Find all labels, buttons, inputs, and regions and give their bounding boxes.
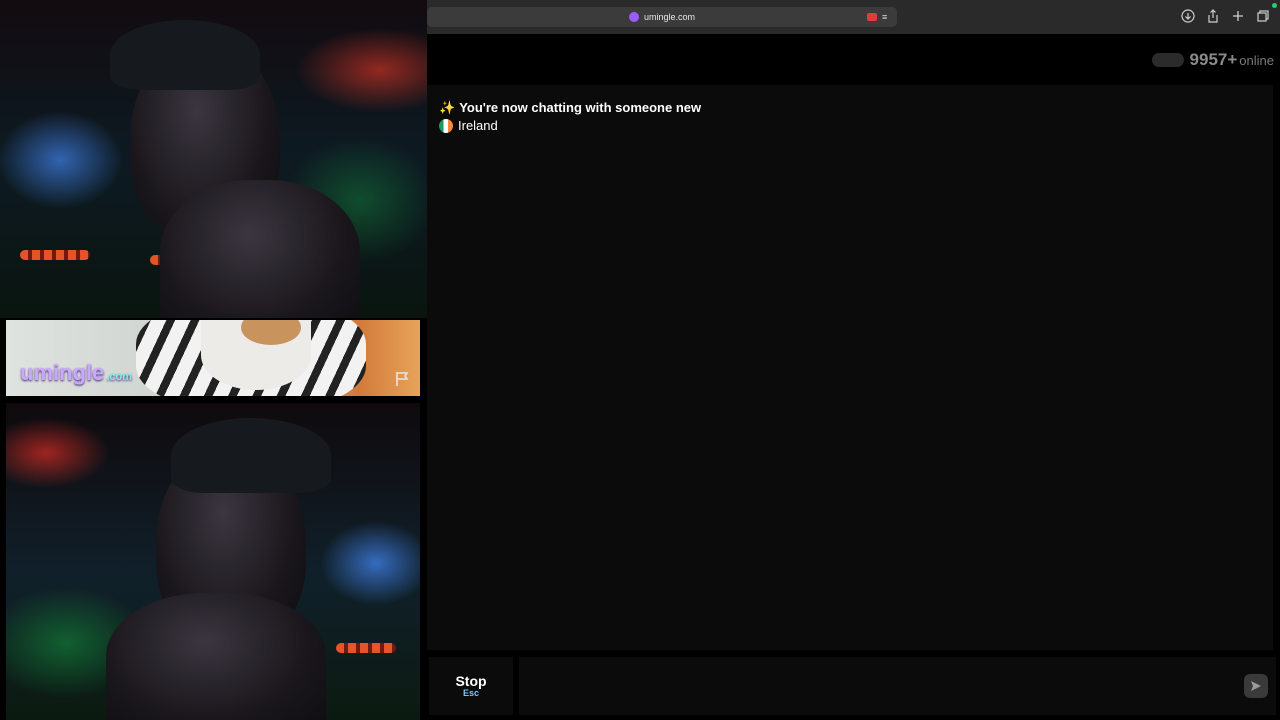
logo-suffix: .com: [106, 371, 133, 383]
location-text: Ireland: [458, 118, 498, 133]
input-bar: Stop Esc: [427, 652, 1280, 720]
led-strip: [20, 250, 90, 260]
address-bar[interactable]: umingle.com: [427, 7, 897, 27]
online-label: online: [1239, 53, 1274, 68]
led-strip: [336, 643, 396, 653]
ireland-flag-icon: [439, 118, 453, 133]
camera-active-indicator-icon: [1272, 3, 1277, 8]
chat-panel: umingle.com ≡ 9957+ online ✨You're now: [427, 0, 1280, 720]
browser-actions: [1181, 8, 1270, 24]
person-body: [106, 593, 326, 720]
cap: [110, 20, 260, 90]
sparkles-icon: ✨: [439, 100, 456, 115]
message-input[interactable]: [519, 657, 1276, 715]
report-flag-icon[interactable]: [394, 370, 412, 388]
stop-button[interactable]: Stop Esc: [429, 657, 513, 715]
self-video: [6, 403, 420, 720]
person-body: [160, 180, 360, 318]
online-toggle: [1151, 53, 1184, 67]
self-video-strip: umingle .com: [6, 320, 420, 396]
umingle-logo: umingle .com: [20, 360, 132, 386]
browser-toolbar: umingle.com ≡: [427, 0, 1280, 34]
new-tab-plus-icon[interactable]: [1231, 8, 1245, 24]
stop-shortcut: Esc: [462, 688, 479, 698]
system-message-text: You're now chatting with someone new: [459, 100, 702, 115]
stranger-video: [0, 0, 427, 318]
site-favicon-icon: [628, 12, 639, 22]
online-counter: 9957+ online: [1151, 50, 1274, 70]
stop-label: Stop: [455, 673, 487, 689]
download-icon[interactable]: [1181, 8, 1195, 24]
camera-recording-icon[interactable]: [867, 13, 877, 21]
reader-icon[interactable]: ≡: [882, 12, 892, 22]
chat-messages: ✨ You're now chatting with someone new Ir…: [427, 85, 1273, 650]
send-icon[interactable]: [1244, 674, 1268, 698]
url-text: umingle.com: [643, 12, 696, 22]
tabs-overview-icon[interactable]: [1256, 8, 1270, 24]
logo-text: umingle: [20, 360, 105, 385]
system-message: ✨ You're now chatting with someone new: [439, 100, 701, 116]
location-message: Ireland: [439, 118, 498, 133]
online-count: 9957+: [1189, 50, 1238, 69]
share-icon[interactable]: [1206, 8, 1220, 24]
cap: [171, 418, 331, 493]
